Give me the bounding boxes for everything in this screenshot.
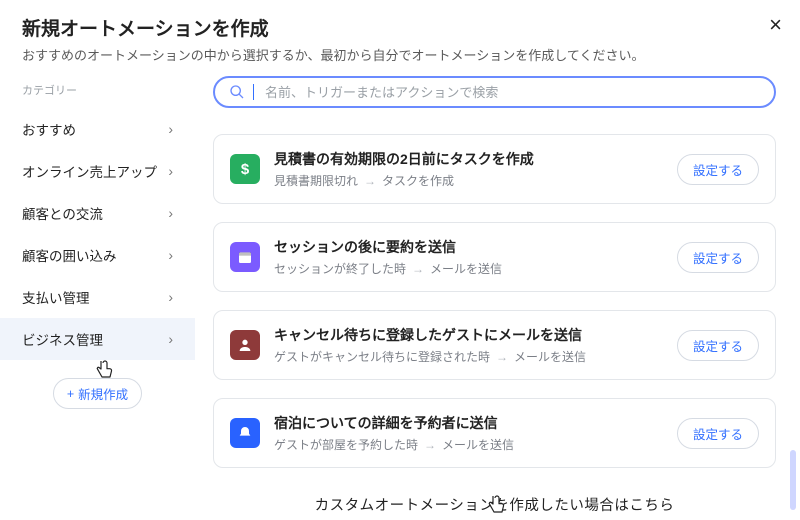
sidebar-item[interactable]: 顧客との交流 › [0,192,195,234]
sidebar-item-label: 顧客の囲い込み [22,245,117,265]
automation-desc: ゲストが部屋を予約した時 → メールを送信 [274,436,663,453]
arrow-right-icon: → [412,262,424,276]
dialog-header: 新規オートメーションを作成 おすすめのオートメーションの中から選択するか、最初か… [0,0,800,64]
automation-list: $見積書の有効期限の2日前にタスクを作成見積書期限切れ→タスクを作成設定するセッ… [213,134,776,468]
automation-trigger: ゲストが部屋を予約した時 [274,436,418,453]
automation-desc: セッションが終了した時 → メールを送信 [274,260,663,277]
sidebar-item[interactable]: ビジネス管理 › [0,318,195,360]
automation-title: 宿泊についての詳細を予約者に送信 [274,413,663,433]
automation-action: メールを送信 [514,348,586,365]
search-input[interactable] [265,85,760,100]
automation-card: $ 見積書の有効期限の2日前にタスクを作成見積書期限切れ → タスクを作成 設定する [213,134,776,204]
sidebar-item[interactable]: 支払い管理 › [0,276,195,318]
sidebar-item-label: オンライン売上アップ [22,161,157,181]
arrow-right-icon: → [496,350,508,364]
chevron-right-icon: › [168,289,173,305]
automation-trigger: 見積書期限切れ [274,172,358,189]
chevron-right-icon: › [168,163,173,179]
sidebar-item[interactable]: オンライン売上アップ › [0,150,195,192]
close-icon[interactable]: × [769,14,782,36]
sidebar-item-label: 支払い管理 [22,287,90,307]
arrow-right-icon: → [424,438,436,452]
automation-action: タスクを作成 [382,172,454,189]
automation-text: 宿泊についての詳細を予約者に送信ゲストが部屋を予約した時 → メールを送信 [274,413,663,453]
scrollbar-indicator[interactable] [790,450,796,510]
automation-icon [230,418,260,448]
automation-icon [230,330,260,360]
setup-button[interactable]: 設定する [677,242,759,273]
sidebar-item[interactable]: おすすめ › [0,108,195,150]
sidebar-item[interactable]: 顧客の囲い込み › [0,234,195,276]
sidebar-item-label: おすすめ [22,119,76,139]
automation-text: キャンセル待ちに登録したゲストにメールを送信ゲストがキャンセル待ちに登録された時… [274,325,663,365]
create-new-button[interactable]: + 新規作成 [53,378,142,409]
chevron-right-icon: › [168,247,173,263]
sidebar-item-label: 顧客との交流 [22,203,103,223]
create-new-label: 新規作成 [78,384,128,403]
dialog-title: 新規オートメーションを作成 [22,14,778,41]
automation-trigger: ゲストがキャンセル待ちに登録された時 [274,348,490,365]
footer: カスタムオートメーションを作成したい場合はこちら + 一から作成 [213,494,776,520]
automation-title: セッションの後に要約を送信 [274,237,663,257]
automation-card: セッションの後に要約を送信セッションが終了した時 → メールを送信 設定する [213,222,776,292]
plus-icon: + [67,387,74,401]
search-icon [229,84,245,100]
arrow-right-icon: → [364,174,376,188]
automation-desc: ゲストがキャンセル待ちに登録された時 → メールを送信 [274,348,663,365]
dialog-subtitle: おすすめのオートメーションの中から選択するか、最初から自分でオートメーションを作… [22,45,778,64]
automation-title: キャンセル待ちに登録したゲストにメールを送信 [274,325,663,345]
automation-title: 見積書の有効期限の2日前にタスクを作成 [274,149,663,169]
automation-text: 見積書の有効期限の2日前にタスクを作成見積書期限切れ → タスクを作成 [274,149,663,189]
automation-desc: 見積書期限切れ → タスクを作成 [274,172,663,189]
automation-trigger: セッションが終了した時 [274,260,406,277]
automation-card: 宿泊についての詳細を予約者に送信ゲストが部屋を予約した時 → メールを送信 設定する [213,398,776,468]
setup-button[interactable]: 設定する [677,418,759,449]
category-heading: カテゴリー [0,76,195,108]
main-panel: $見積書の有効期限の2日前にタスクを作成見積書期限切れ→タスクを作成設定するセッ… [195,66,800,520]
automation-action: メールを送信 [430,260,502,277]
automation-icon: $ [230,154,260,184]
category-sidebar: カテゴリー おすすめ›オンライン売上アップ›顧客との交流›顧客の囲い込み›支払い… [0,66,195,520]
chevron-right-icon: › [168,121,173,137]
sidebar-item-label: ビジネス管理 [22,329,103,349]
automation-card: キャンセル待ちに登録したゲストにメールを送信ゲストがキャンセル待ちに登録された時… [213,310,776,380]
automation-text: セッションの後に要約を送信セッションが終了した時 → メールを送信 [274,237,663,277]
automation-action: メールを送信 [442,436,514,453]
setup-button[interactable]: 設定する [677,330,759,361]
setup-button[interactable]: 設定する [677,154,759,185]
text-caret [253,84,254,100]
chevron-right-icon: › [168,331,173,347]
search-field[interactable] [213,76,776,108]
footer-text: カスタムオートメーションを作成したい場合はこちら [213,494,776,515]
chevron-right-icon: › [168,205,173,221]
automation-icon [230,242,260,272]
